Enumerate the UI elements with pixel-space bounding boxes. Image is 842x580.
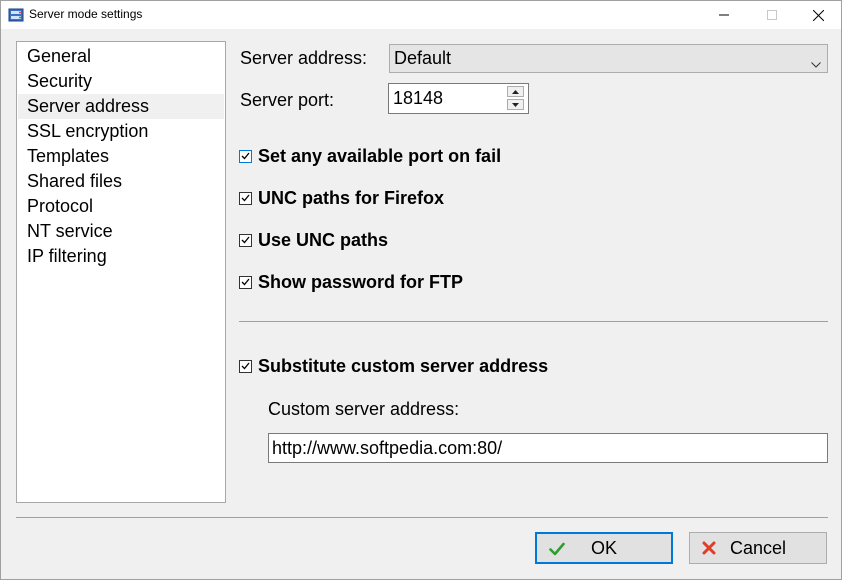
checkmark-icon <box>241 194 250 202</box>
unc-firefox-checkbox[interactable] <box>239 191 252 205</box>
any-port-checkbox[interactable] <box>239 149 252 163</box>
nav-item-templates[interactable]: Templates <box>18 144 224 169</box>
maximize-button[interactable] <box>749 1 795 29</box>
any-port-label[interactable]: Set any available port on fail <box>258 146 501 167</box>
spin-up-button[interactable] <box>507 86 524 97</box>
checkmark-icon <box>241 362 250 370</box>
custom-address-input[interactable] <box>268 433 828 463</box>
nav-item-ip-filtering[interactable]: IP filtering <box>18 244 224 269</box>
nav-item-shared-files[interactable]: Shared files <box>18 169 224 194</box>
cancel-label: Cancel <box>729 537 787 558</box>
title-bar[interactable]: Server mode settings <box>1 1 841 29</box>
server-address-label: Server address: <box>240 48 368 68</box>
server-port-label: Server port: <box>240 90 335 110</box>
checkbox-row-substitute[interactable]: Substitute custom server address <box>239 355 548 377</box>
server-port-stepper[interactable]: 18148 <box>388 83 529 114</box>
nav-item-security[interactable]: Security <box>18 69 224 94</box>
ftp-password-label[interactable]: Show password for FTP <box>258 272 463 293</box>
checkbox-row-any-port[interactable]: Set any available port on fail <box>239 145 501 167</box>
server-port-value[interactable]: 18148 <box>393 88 443 109</box>
ftp-password-checkbox[interactable] <box>239 275 252 289</box>
use-unc-label[interactable]: Use UNC paths <box>258 230 388 251</box>
spin-up-icon <box>512 89 519 94</box>
nav-item-protocol[interactable]: Protocol <box>18 194 224 219</box>
section-divider <box>239 321 828 322</box>
nav-item-general[interactable]: General <box>18 44 224 69</box>
checkmark-icon <box>241 236 250 244</box>
checkmark-icon <box>241 152 250 160</box>
close-icon <box>812 9 824 21</box>
minimize-icon <box>719 14 729 16</box>
close-button[interactable] <box>795 1 841 29</box>
custom-address-label: Custom server address: <box>268 399 460 419</box>
use-unc-checkbox[interactable] <box>239 233 252 247</box>
spin-down-button[interactable] <box>507 99 524 110</box>
unc-firefox-label[interactable]: UNC paths for Firefox <box>258 188 444 209</box>
ok-button[interactable]: OK <box>535 532 673 564</box>
checkbox-row-unc-firefox[interactable]: UNC paths for Firefox <box>239 187 444 209</box>
substitute-address-label[interactable]: Substitute custom server address <box>258 356 548 377</box>
maximize-icon <box>767 10 777 20</box>
chevron-down-icon[interactable] <box>811 55 821 73</box>
minimize-button[interactable] <box>701 1 747 29</box>
nav-item-ssl-encryption[interactable]: SSL encryption <box>18 119 224 144</box>
spin-down-icon <box>512 102 519 107</box>
footer-divider <box>16 517 828 518</box>
server-address-value: Default <box>394 48 452 68</box>
checkbox-row-use-unc[interactable]: Use UNC paths <box>239 229 388 251</box>
window-title: Server mode settings <box>29 7 143 21</box>
ok-label: OK <box>590 537 617 558</box>
settings-window: Server mode settings General Security Se… <box>0 0 842 580</box>
substitute-address-checkbox[interactable] <box>239 359 252 373</box>
server-address-dropdown[interactable]: Default <box>389 44 828 73</box>
settings-category-list[interactable]: General Security Server address SSL encr… <box>16 41 226 503</box>
nav-item-nt-service[interactable]: NT service <box>18 219 224 244</box>
checkmark-icon <box>241 278 250 286</box>
cancel-button[interactable]: Cancel <box>689 532 827 564</box>
server-app-icon[interactable] <box>8 7 24 23</box>
checkbox-row-ftp-password[interactable]: Show password for FTP <box>239 271 463 293</box>
nav-item-server-address[interactable]: Server address <box>18 94 224 119</box>
